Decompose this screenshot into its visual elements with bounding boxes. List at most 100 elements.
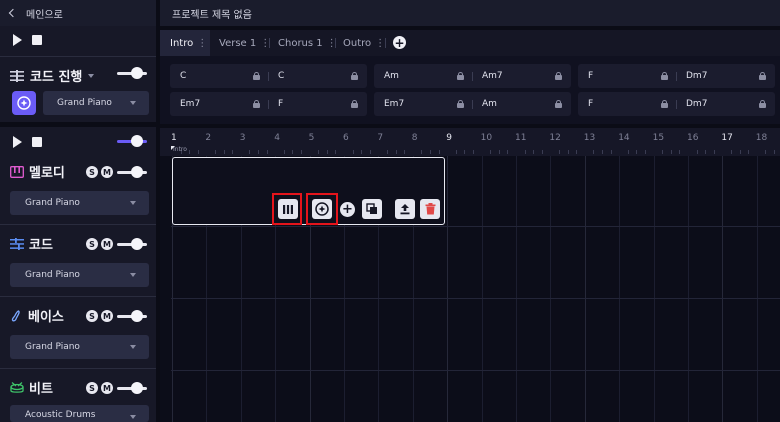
mute-button[interactable]: M [101, 382, 113, 394]
bar-number: 5 [308, 133, 315, 143]
slider-knob[interactable] [131, 382, 143, 394]
chord-progression-title: 코드 진행 [10, 66, 95, 85]
lock-icon[interactable] [457, 100, 464, 108]
mute-button[interactable]: M [101, 238, 113, 250]
section-marker: Intro [173, 146, 187, 153]
instrument-label: Grand Piano [25, 342, 80, 352]
slider-knob[interactable] [131, 166, 143, 178]
tab-intro[interactable]: Intro ⋮ [160, 30, 210, 56]
track-name: 베이스 [28, 310, 64, 325]
lock-icon[interactable] [253, 100, 260, 108]
marker-flag-icon [171, 146, 175, 150]
trash-icon [425, 203, 435, 215]
track-melody-title: 멜로디 [10, 162, 65, 181]
slider-knob[interactable] [131, 310, 143, 322]
bar-number: 9 [446, 133, 452, 143]
tab-outro[interactable]: Outro ⋮ [343, 30, 385, 56]
sparkle-icon [17, 96, 31, 110]
melody-instrument-select[interactable]: Grand Piano [10, 191, 149, 215]
track-name: 비트 [29, 382, 53, 397]
stop-icon[interactable] [32, 35, 42, 45]
tab-verse-1[interactable]: Verse 1 ⋮ [219, 30, 270, 56]
delete-button[interactable] [420, 199, 440, 219]
more-vertical-icon[interactable]: ⋮ [375, 38, 385, 49]
drum-icon [10, 381, 24, 393]
solo-button[interactable]: S [86, 310, 98, 322]
chord-pair: F Dm7 [578, 92, 775, 116]
copy-button[interactable] [362, 199, 382, 219]
copy-icon [366, 203, 377, 214]
plus-icon: + [394, 35, 405, 50]
auto-chord-button[interactable] [12, 91, 36, 115]
chord-pair: F Dm7 [578, 64, 775, 88]
tab-label: Intro [170, 37, 194, 49]
bar-number: 7 [377, 133, 384, 143]
chord-pair: Am Am7 [374, 64, 571, 88]
play-icon[interactable] [13, 34, 22, 46]
track-name: 멜로디 [29, 166, 65, 181]
track-bass-title: 베이스 [10, 306, 64, 325]
add-section-button[interactable]: + [393, 36, 406, 49]
chevron-down-icon [130, 201, 136, 205]
chevron-down-icon [130, 101, 136, 105]
tab-chorus-1[interactable]: Chorus 1 ⋮ [278, 30, 337, 56]
highlight-box [306, 193, 338, 225]
add-button[interactable]: + [340, 202, 355, 217]
bar-number: 13 [583, 133, 596, 143]
instrument-label: Grand Piano [25, 270, 80, 280]
tab-label: Verse 1 [219, 37, 257, 49]
lock-icon[interactable] [555, 72, 562, 80]
stop-icon[interactable] [32, 137, 42, 147]
bar-number: 6 [343, 133, 349, 143]
chevron-down-icon [130, 415, 136, 419]
play-icon[interactable] [13, 136, 22, 148]
instrument-label: Grand Piano [25, 198, 80, 208]
chord-track-name: 코드 진행 [30, 70, 83, 85]
lock-icon[interactable] [661, 100, 668, 108]
bar-number: 4 [274, 133, 280, 143]
project-title-bar: 프로젝트 제목 없음 [160, 0, 780, 26]
lock-icon[interactable] [351, 72, 358, 80]
bar-number: 16 [687, 133, 699, 143]
export-button[interactable] [395, 199, 415, 219]
instrument-label: Grand Piano [57, 98, 112, 108]
bar-ruler[interactable]: 1 2 3 4 5 6 7 8 9 10 11 12 13 14 15 16 17 18 Intro [160, 128, 780, 156]
solo-button[interactable]: S [86, 166, 98, 178]
chevron-down-icon[interactable] [88, 73, 95, 78]
chord-pair: Em7 Am [374, 92, 571, 116]
chevron-left-icon [8, 8, 18, 18]
bar-number: 3 [239, 133, 246, 143]
lock-icon[interactable] [253, 72, 260, 80]
project-title[interactable]: 프로젝트 제목 없음 [172, 6, 252, 21]
slider-knob[interactable] [131, 135, 143, 147]
lock-icon[interactable] [555, 100, 562, 108]
instrument-label: Acoustic Drums [25, 410, 96, 420]
back-to-main-button[interactable]: 메인으로 [0, 0, 156, 26]
more-vertical-icon[interactable]: ⋮ [197, 38, 207, 49]
solo-button[interactable]: S [86, 238, 98, 250]
lock-icon[interactable] [759, 100, 766, 108]
lock-icon[interactable] [351, 100, 358, 108]
bar-number: 1 [171, 133, 177, 143]
chord-track-instrument-select[interactable]: Grand Piano [10, 263, 149, 287]
mute-button[interactable]: M [101, 166, 113, 178]
bar-number: 8 [411, 133, 418, 143]
track-panel: 코드 진행 Grand Piano 멜로디 S M Grand Piano 코드… [0, 26, 156, 422]
solo-button[interactable]: S [86, 382, 98, 394]
bar-number: 17 [721, 133, 733, 143]
chevron-down-icon [130, 345, 136, 349]
slider-knob[interactable] [131, 67, 143, 79]
tab-label: Outro [343, 37, 372, 49]
highlight-box [272, 193, 302, 225]
lock-icon[interactable] [457, 72, 464, 80]
piano-icon [10, 165, 24, 178]
mute-button[interactable]: M [101, 310, 113, 322]
lock-icon[interactable] [759, 72, 766, 80]
bass-instrument-select[interactable]: Grand Piano [10, 335, 149, 359]
track-name: 코드 [29, 238, 53, 253]
beat-instrument-select[interactable]: Acoustic Drums [10, 405, 149, 422]
lock-icon[interactable] [661, 72, 668, 80]
chord-instrument-select[interactable]: Grand Piano [43, 91, 149, 115]
slider-knob[interactable] [131, 238, 143, 250]
tab-label: Chorus 1 [278, 37, 323, 49]
